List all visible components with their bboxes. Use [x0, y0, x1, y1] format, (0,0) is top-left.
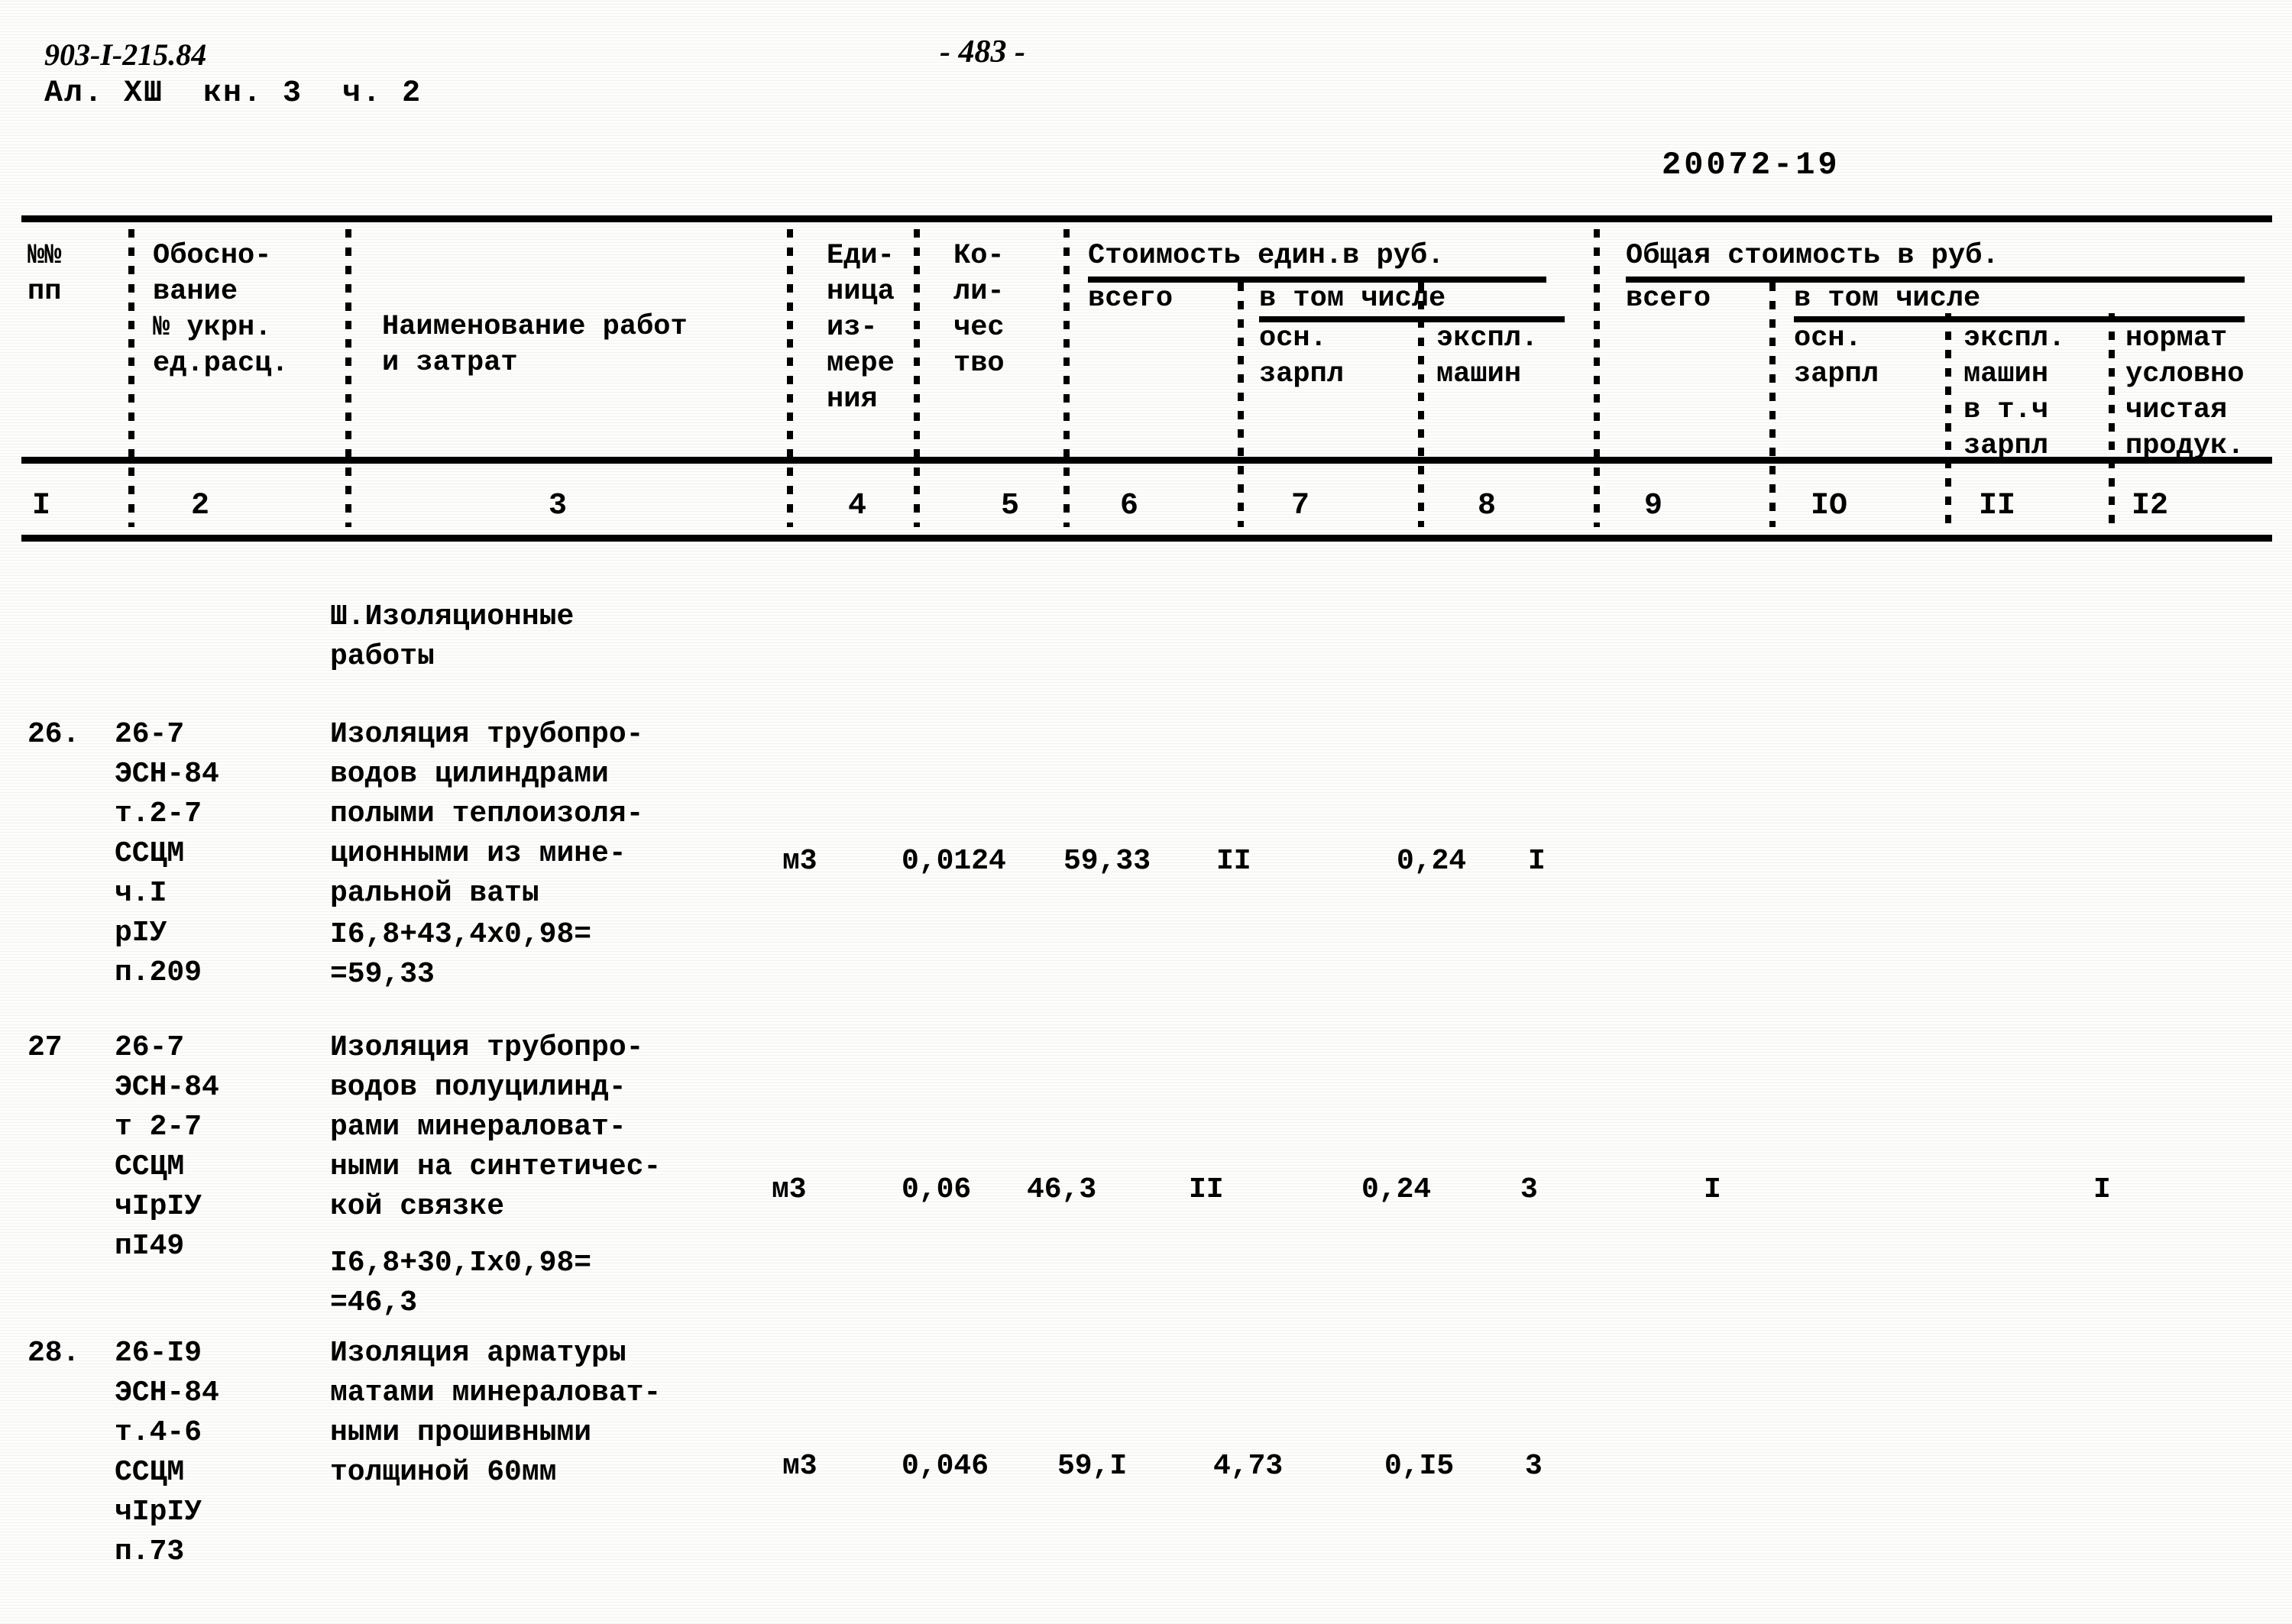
- table-row: 28.: [28, 1337, 80, 1370]
- colnum-12: I2: [2132, 489, 2169, 523]
- table-row: 27: [28, 1031, 63, 1064]
- header-col-5: Ко- ли- чес тво: [953, 240, 1005, 380]
- header-col-9: всего: [1626, 283, 1711, 315]
- document-page: 903-I-215.84 Ал. ХШ кн. 3 ч. 2 - 483 - 2…: [0, 0, 2292, 1624]
- table-row: 59,33: [1063, 845, 1151, 878]
- table-row: 0,24: [1361, 1173, 1432, 1206]
- document-code: 903-I-215.84: [44, 37, 207, 72]
- col-sep-11: [2109, 313, 2115, 527]
- table-row: II: [1189, 1173, 1224, 1206]
- col-sep-5: [1063, 229, 1070, 527]
- colnum-10: IO: [1811, 489, 1848, 523]
- header-col-10: осн. зарпл: [1794, 322, 1879, 390]
- page-number: - 483 -: [940, 34, 1025, 70]
- header-col-4: Еди- ница из- мере ния: [827, 240, 895, 416]
- table-row: I6,8+43,4х0,98= =59,33: [330, 918, 592, 991]
- table-row: 3: [1525, 1450, 1543, 1483]
- colnum-4: 4: [848, 489, 867, 523]
- col-sep-2: [345, 229, 351, 527]
- table-row: Изоляция арматуры матами минераловат- ны…: [330, 1337, 662, 1489]
- table-row: м3: [782, 1450, 817, 1483]
- col-sep-4: [914, 229, 920, 527]
- header-col-2: Обосно- вание № укрн. ед.расц.: [153, 240, 289, 380]
- col-sep-8: [1594, 229, 1600, 527]
- header-group-unit-cost: Стоимость един.в руб.: [1088, 240, 1445, 272]
- section-title: Ш.Изоляционные работы: [330, 600, 575, 673]
- table-row: II: [1216, 845, 1251, 878]
- table-row: 26-I9 ЭСН-84 т.4-6 ССЦМ чIрIУ п.73: [115, 1337, 219, 1568]
- table-row: I: [1704, 1173, 1721, 1206]
- header-col-12: нормат условно чистая продук.: [2125, 322, 2245, 462]
- colnum-2: 2: [191, 489, 210, 523]
- table-row: 26-7 ЭСН-84 т 2-7 ССЦМ чIрIУ пI49: [115, 1031, 219, 1263]
- colnum-7: 7: [1291, 489, 1310, 523]
- table-row: I6,8+30,Iх0,98= =46,3: [330, 1247, 592, 1319]
- col-sep-1: [128, 229, 134, 527]
- col-sep-6: [1238, 283, 1244, 527]
- colnum-8: 8: [1478, 489, 1497, 523]
- header-col-3: Наименование работ и затрат: [382, 311, 688, 379]
- colnum-3: 3: [549, 489, 568, 523]
- table-row: 0,046: [902, 1450, 989, 1483]
- table-row: Изоляция трубопро- водов полуцилинд- рам…: [330, 1031, 662, 1223]
- header-col-7: осн. зарпл: [1259, 322, 1345, 390]
- sheet-code: 20072-19: [1662, 147, 1840, 183]
- table-row: 59,I: [1057, 1450, 1128, 1483]
- table-row: 0,I5: [1384, 1450, 1455, 1483]
- table-row: 26-7 ЭСН-84 т.2-7 ССЦМ ч.I рIУ п.209: [115, 718, 219, 989]
- header-col-6: всего: [1088, 283, 1174, 315]
- col-sep-10: [1945, 313, 1951, 527]
- header-col-1: №№ пп: [28, 240, 62, 308]
- colnum-6: 6: [1120, 489, 1139, 523]
- document-subtitle: Ал. ХШ кн. 3 ч. 2: [44, 76, 422, 111]
- table-row: м3: [772, 1173, 807, 1206]
- table-row: 0,24: [1397, 845, 1467, 878]
- table-row: I: [2093, 1173, 2111, 1206]
- table-row: 0,06: [902, 1173, 972, 1206]
- table-row: 46,3: [1027, 1173, 1097, 1206]
- colnum-5: 5: [1001, 489, 1020, 523]
- header-col-11: экспл. машин в т.ч зарпл: [1963, 322, 2066, 462]
- table-top-rule: [21, 215, 2272, 222]
- col-sep-9: [1769, 283, 1776, 527]
- header-group-total-cost: Общая стоимость в руб.: [1626, 240, 1999, 272]
- colnum-1: I: [32, 489, 51, 523]
- colnum-11: II: [1979, 489, 2016, 523]
- table-row: 26.: [28, 718, 80, 751]
- header-group-total-incl: в том числе: [1794, 283, 1981, 315]
- table-row: 3: [1520, 1173, 1538, 1206]
- table-row: I: [1528, 845, 1546, 878]
- table-row: 4,73: [1213, 1450, 1284, 1483]
- table-header-rule: [21, 457, 2272, 464]
- table-colnum-rule: [21, 535, 2272, 542]
- table-row: 0,0124: [902, 845, 1006, 878]
- table-row: Изоляция трубопро- водов цилиндрами полы…: [330, 718, 644, 910]
- col-sep-3: [787, 229, 793, 527]
- header-group-unit-incl: в том числе: [1259, 283, 1446, 315]
- table-row: м3: [782, 845, 817, 878]
- colnum-9: 9: [1644, 489, 1663, 523]
- header-col-8: экспл. машин: [1436, 322, 1539, 390]
